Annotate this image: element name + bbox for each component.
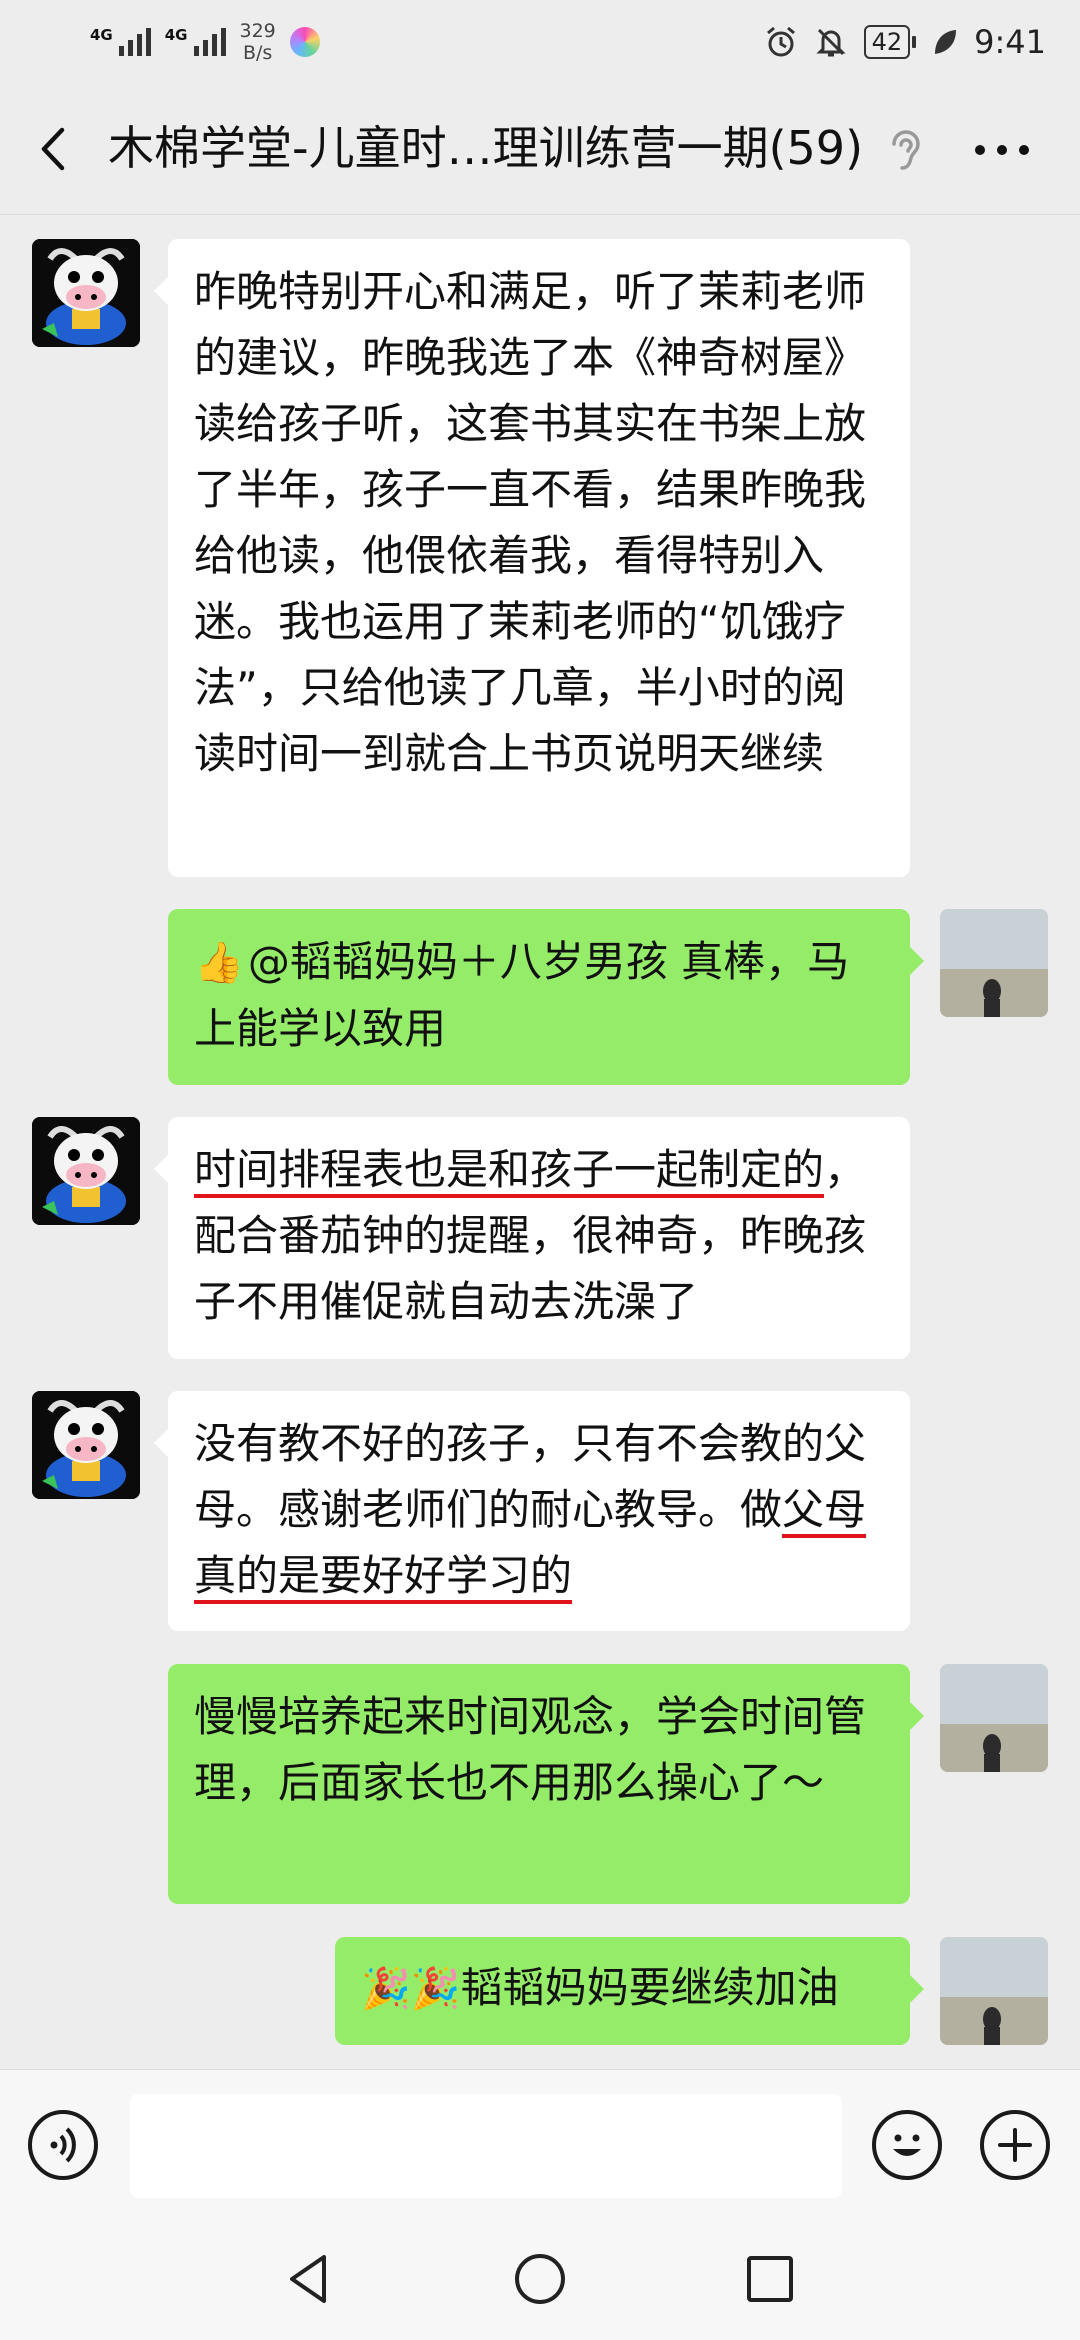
add-button[interactable] [980, 2110, 1050, 2180]
square-recent-icon[interactable] [740, 2249, 800, 2309]
message-bubble[interactable]: 没有教不好的孩子，只有不会教的父母。感谢老师们的耐心教导。做父母真的是要好好学习… [154, 1391, 910, 1631]
status-right: 42 9:41 [764, 20, 1046, 64]
app-notification-icon [289, 27, 320, 57]
avatar[interactable] [940, 1937, 1048, 2045]
chat-title: 木棉学堂-儿童时…理训练营一期(59) [108, 121, 864, 175]
message-input[interactable] [130, 2094, 842, 2198]
system-nav-bar [0, 2219, 1080, 2340]
message-bubble[interactable]: 慢慢培养起来时间观念，学会时间管理，后面家长也不用那么操心了～ [168, 1664, 924, 1904]
message-text: 慢慢培养起来时间观念，学会时间管理，后面家长也不用那么操心了～ [194, 1692, 867, 1807]
message-text: 韬韬妈妈要继续加油 [460, 1963, 839, 2012]
message-bubble[interactable]: 昨晚特别开心和满足，听了茉莉老师的建议，昨晚我选了本《神奇树屋》读给孩子听，这套… [154, 239, 910, 877]
cow-avatar-icon [32, 1117, 140, 1225]
input-bar [0, 2069, 1080, 2220]
clock: 9:41 [974, 23, 1046, 61]
network-speed: 329 B/s [240, 20, 276, 64]
avatar[interactable] [32, 1391, 140, 1499]
avatar[interactable] [940, 909, 1048, 1017]
alarm-icon [766, 26, 795, 57]
thumbs-up-emoji: 👍 [194, 940, 244, 986]
leaf-icon [935, 30, 957, 54]
photo-avatar-icon [940, 909, 1048, 1017]
cow-avatar-icon [32, 239, 140, 347]
network-speed-unit: B/s [242, 42, 273, 64]
party-popper-emoji: 🎉🎉 [361, 1966, 461, 2012]
plus-icon [998, 2128, 1032, 2162]
signal-icon: 4G [165, 28, 226, 56]
avatar[interactable] [32, 239, 140, 347]
message-bubble[interactable]: 🎉🎉韬韬妈妈要继续加油 [335, 1937, 924, 2045]
message-list[interactable]: 昨晚特别开心和满足，听了茉莉老师的建议，昨晚我选了本《神奇树屋》读给孩子听，这套… [0, 214, 1080, 2069]
more-dots-icon[interactable] [970, 132, 1034, 168]
underlined-text: 时间排程表也是和孩子一起制定的 [194, 1145, 825, 1194]
voice-button[interactable] [28, 2110, 98, 2180]
message-text: 昨晚特别开心和满足，听了茉莉老师的建议，昨晚我选了本《神奇树屋》读给孩子听，这套… [194, 267, 867, 778]
battery-icon: 42 [863, 25, 917, 59]
message-text: 没有教不好的孩子，只有不会教的父母。感谢老师们的耐心教导。做 [194, 1419, 867, 1534]
signal-icon: 4G [90, 28, 151, 56]
signal-label: 4G [164, 26, 188, 44]
message-text: @韬韬妈妈＋八岁男孩 真棒，马上能学以致用 [194, 937, 850, 1053]
cow-avatar-icon [32, 1391, 140, 1499]
message-bubble[interactable]: 👍@韬韬妈妈＋八岁男孩 真棒，马上能学以致用 [168, 909, 924, 1085]
emoji-icon [893, 2134, 921, 2156]
status-bar: 4G 4G 329 B/s 42 9:41 [0, 0, 1080, 84]
triangle-back-icon[interactable] [280, 2249, 340, 2309]
signal-label: 4G [90, 26, 113, 44]
status-left: 4G 4G 329 B/s [90, 20, 320, 64]
network-speed-value: 329 [239, 20, 276, 42]
mute-icon [815, 28, 846, 57]
voice-icon [50, 2127, 76, 2163]
ear-icon[interactable] [884, 126, 928, 174]
photo-avatar-icon [940, 1664, 1048, 1772]
emoji-button[interactable] [872, 2110, 942, 2180]
circle-home-icon[interactable] [510, 2249, 570, 2309]
avatar[interactable] [32, 1117, 140, 1225]
chat-header: 木棉学堂-儿童时…理训练营一期(59) [0, 84, 1080, 215]
battery-level: 42 [863, 25, 911, 59]
chevron-left-icon[interactable] [30, 124, 80, 174]
avatar[interactable] [940, 1664, 1048, 1772]
photo-avatar-icon [940, 1937, 1048, 2045]
message-bubble[interactable]: 时间排程表也是和孩子一起制定的，配合番茄钟的提醒，很神奇，昨晚孩子不用催促就自动… [154, 1117, 910, 1359]
